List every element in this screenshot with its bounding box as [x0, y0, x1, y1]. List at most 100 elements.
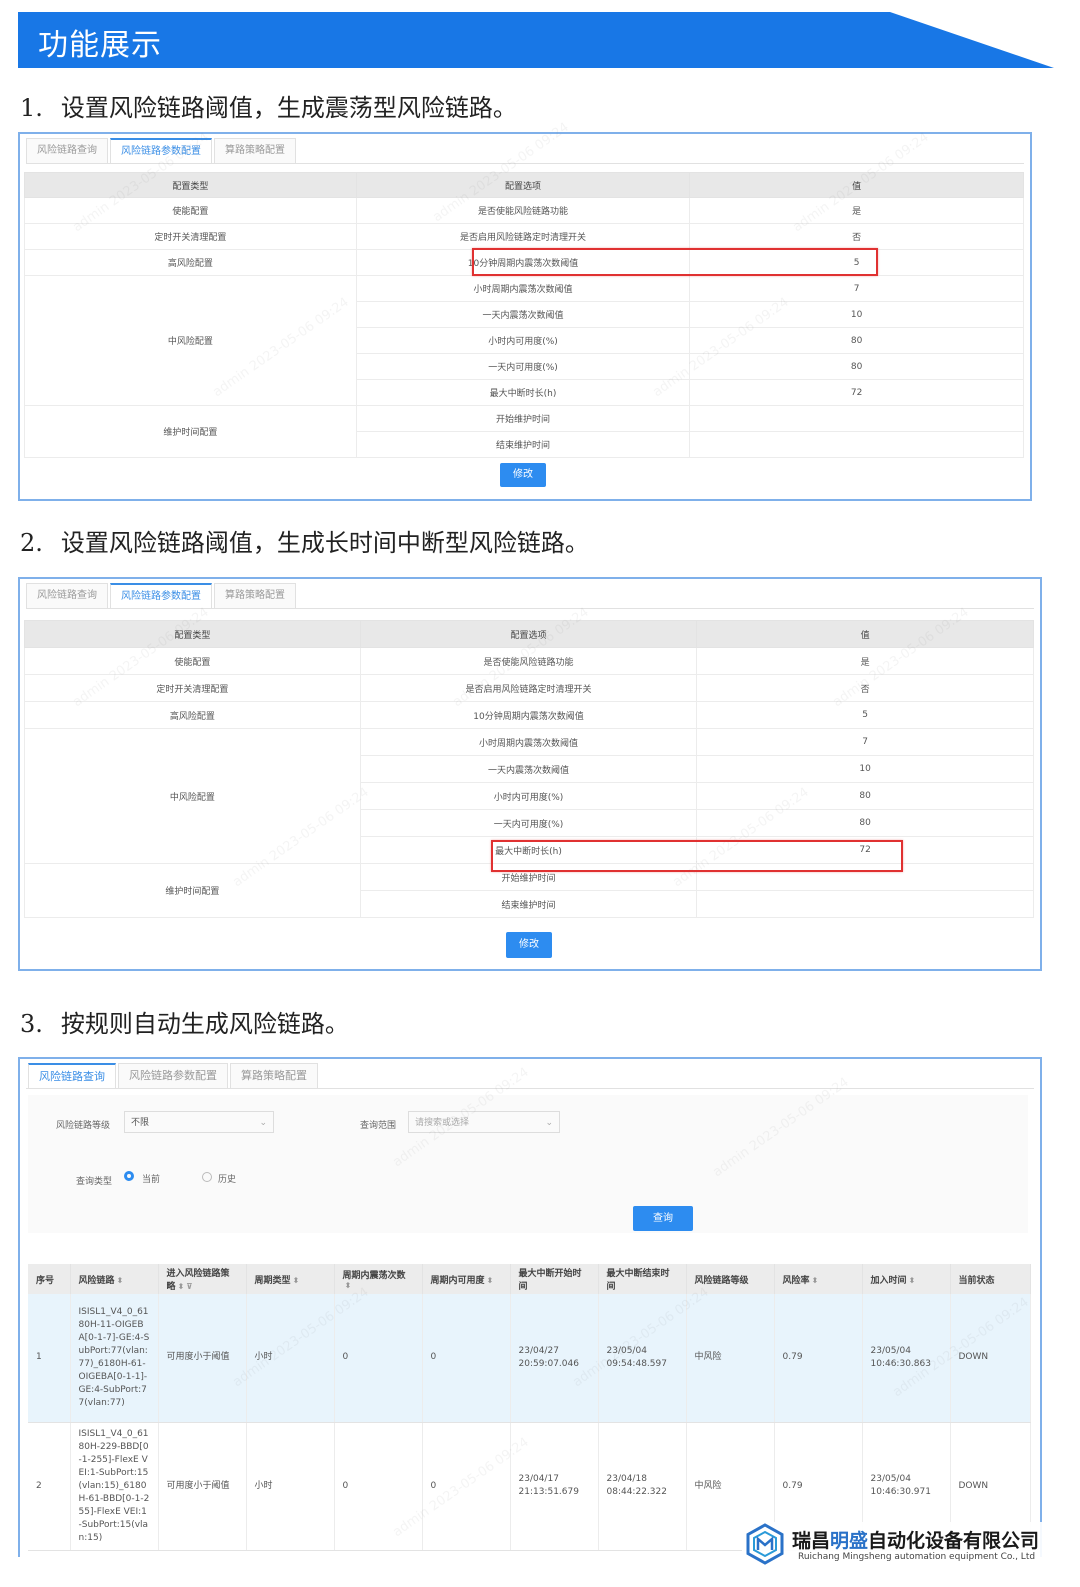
header-label: 周期内震荡次数: [342, 1270, 406, 1281]
heading-text: 按规则自动生成风险链路。: [60, 1010, 349, 1038]
cell-state: DOWN: [950, 1294, 1031, 1423]
cell-index: 2: [28, 1422, 71, 1551]
cell-option: 结束维护时间: [359, 890, 698, 918]
search-button[interactable]: 查询: [633, 1206, 693, 1231]
table-header-row: 序号 风险链路 ⬍ 进入风险链路策略 ⬍ ⊽ 周期类型 ⬍ 周期内震荡次数⬍ 周期内可用…: [28, 1264, 1031, 1294]
cell-link: ISISL1_V4_0_6180H-229-BBD[0-1-255]-FlexE…: [70, 1422, 159, 1551]
col-config-type: 配置类型: [24, 620, 361, 648]
col-availability[interactable]: 周期内可用度 ⬍: [422, 1264, 511, 1294]
config-table: 配置类型 配置选项 值 使能配置 是否使能风险链路功能是 定时开关清理配置 是否启用…: [24, 172, 1024, 458]
cell-value[interactable]: 10: [696, 755, 1034, 783]
tab-risk-query[interactable]: 风险链路查询: [26, 138, 108, 163]
sort-icon[interactable]: ⬍: [909, 1276, 916, 1285]
company-name-highlight: 明盛: [830, 1530, 869, 1552]
cell-risk-rate: 0.79: [774, 1294, 863, 1423]
cell-value[interactable]: 10: [689, 301, 1024, 328]
level-select-value: 不限: [131, 1118, 150, 1128]
table-row: 中风险配置 小时周期内震荡次数阈值 7: [24, 275, 1024, 406]
cell-index: 1: [28, 1294, 71, 1423]
tab-bar: 风险链路查询 风险链路参数配置 算路策略配置: [28, 1063, 320, 1089]
sort-icon[interactable]: ⬍: [293, 1276, 300, 1285]
cell-option: 是否启用风险链路定时清理开关: [355, 223, 691, 250]
tab-risk-query[interactable]: 风险链路查询: [26, 583, 108, 608]
cell-value[interactable]: 80: [689, 327, 1024, 354]
modify-button[interactable]: 修改: [500, 463, 546, 487]
section-heading-1: 1. 设置风险链路阈值，生成震荡型风险链路。: [20, 88, 517, 123]
range-select-placeholder: 请搜索或选择: [415, 1118, 470, 1128]
cell-option: 小时周期内震荡次数阈值: [355, 275, 691, 302]
company-name-part: 自动化设备有限公司: [868, 1530, 1040, 1552]
cell-value[interactable]: 5: [696, 701, 1034, 729]
level-select[interactable]: 不限 ⌄: [124, 1111, 274, 1133]
cell-value[interactable]: 否: [689, 223, 1024, 250]
cell-joined-time: 23/05/04 10:46:30.863: [862, 1294, 951, 1423]
cell-option: 结束维护时间: [355, 431, 691, 458]
cell-value[interactable]: [689, 405, 1024, 432]
cell-type: 维护时间配置: [24, 405, 357, 458]
range-select[interactable]: 请搜索或选择 ⌄: [408, 1111, 560, 1133]
sort-icon[interactable]: ⬍: [178, 1282, 185, 1291]
heading-number: 3.: [20, 1010, 43, 1038]
cell-option: 10分钟周期内震荡次数阈值: [359, 701, 698, 729]
col-config-option: 配置选项: [359, 620, 698, 648]
col-joined-time[interactable]: 加入时间 ⬍: [862, 1264, 951, 1294]
sort-icon[interactable]: ⬍: [487, 1276, 494, 1285]
tab-route-policy[interactable]: 算路策略配置: [214, 583, 296, 608]
cell-interrupt-start: 23/04/27 20:59:07.046: [510, 1294, 599, 1423]
header-label: 最大中断开始时间: [518, 1269, 582, 1292]
company-name-part: 瑞昌: [792, 1530, 831, 1552]
radio-current[interactable]: [124, 1171, 134, 1181]
tab-route-policy[interactable]: 算路策略配置: [230, 1063, 318, 1088]
col-flaps[interactable]: 周期内震荡次数⬍: [334, 1264, 423, 1294]
cell-type: 中风险配置: [24, 275, 357, 406]
cell-option: 最大中断时长(h): [355, 379, 691, 406]
header-label: 风险率: [782, 1275, 810, 1286]
cell-option: 一天内可用度(%): [355, 353, 691, 380]
config-table: 配置类型 配置选项 值 使能配置 是否使能风险链路功能是 定时开关清理配置 是否启用…: [24, 620, 1034, 918]
cell-value[interactable]: 7: [696, 728, 1034, 756]
modify-button[interactable]: 修改: [506, 932, 552, 958]
col-period[interactable]: 周期类型 ⬍: [246, 1264, 335, 1294]
cell-availability: 0: [422, 1294, 511, 1423]
sort-icon[interactable]: ⬍: [345, 1281, 352, 1290]
radio-history[interactable]: [202, 1172, 212, 1182]
col-config-option: 配置选项: [355, 172, 691, 198]
header-label: 序号: [36, 1275, 55, 1286]
tab-route-policy[interactable]: 算路策略配置: [214, 138, 296, 163]
sort-icon[interactable]: ⬍: [812, 1276, 819, 1285]
table-header-row: 配置类型 配置选项 值: [24, 172, 1024, 198]
col-config-value: 值: [696, 620, 1034, 648]
tab-risk-params[interactable]: 风险链路参数配置: [118, 1063, 228, 1088]
col-policy[interactable]: 进入风险链路策略 ⬍ ⊽: [158, 1264, 247, 1294]
section-banner: 功能展示: [18, 12, 1054, 68]
cell-value[interactable]: 80: [696, 809, 1034, 837]
header-label: 周期内可用度: [430, 1275, 485, 1286]
col-risk-rate[interactable]: 风险率 ⬍: [774, 1264, 863, 1294]
cell-policy: 可用度小于阈值: [158, 1294, 247, 1423]
cell-value[interactable]: 80: [696, 782, 1034, 810]
company-hexagon-icon: [746, 1523, 784, 1565]
tab-risk-params[interactable]: 风险链路参数配置: [110, 583, 212, 608]
cell-interrupt-start: 23/04/17 21:13:51.679: [510, 1422, 599, 1551]
tab-divider: [26, 163, 1024, 164]
table-row[interactable]: 1 ISISL1_V4_0_6180H-11-OIGEBA[0-1-7]-GE:…: [28, 1294, 1031, 1423]
table-row: 定时开关清理配置 是否启用风险链路定时清理开关否: [24, 674, 1034, 702]
table-row: 使能配置 是否使能风险链路功能是: [24, 197, 1024, 224]
chevron-down-icon: ⌄: [545, 1118, 553, 1128]
cell-value[interactable]: 否: [696, 674, 1034, 702]
col-link[interactable]: 风险链路 ⬍: [70, 1264, 159, 1294]
tab-risk-query[interactable]: 风险链路查询: [28, 1063, 116, 1088]
cell-value[interactable]: 72: [689, 379, 1024, 406]
cell-value[interactable]: 是: [689, 197, 1024, 224]
cell-value[interactable]: 是: [696, 647, 1034, 675]
cell-value[interactable]: 80: [689, 353, 1024, 380]
sort-icon[interactable]: ⬍: [117, 1276, 124, 1285]
cell-value[interactable]: [689, 431, 1024, 458]
cell-type: 高风险配置: [24, 701, 361, 729]
highlight-box: [491, 840, 903, 872]
cell-value[interactable]: [696, 890, 1034, 918]
tab-risk-params[interactable]: 风险链路参数配置: [110, 138, 212, 163]
filter-icon[interactable]: ⊽: [186, 1282, 193, 1291]
cell-value[interactable]: 7: [689, 275, 1024, 302]
cell-flaps: 0: [334, 1422, 423, 1551]
